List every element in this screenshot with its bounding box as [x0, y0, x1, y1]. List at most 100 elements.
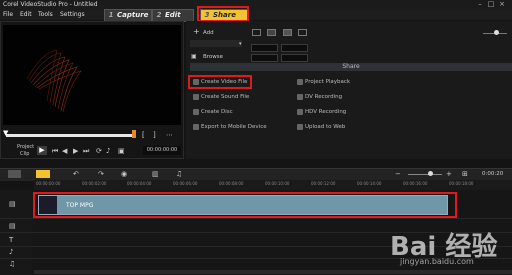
sound-file-icon: [193, 93, 199, 100]
split-clip-icon[interactable]: ⋯: [166, 131, 173, 139]
add-button[interactable]: Add: [203, 29, 214, 37]
mixer-icon[interactable]: ▥: [152, 170, 159, 178]
create-sound-file-option[interactable]: Create Sound File: [193, 93, 249, 101]
timecode-display[interactable]: 00:00:00:00: [143, 146, 181, 155]
redo-icon[interactable]: ↷: [98, 170, 104, 178]
browse-button[interactable]: Browse: [203, 53, 223, 61]
mobile-device-icon: [193, 123, 199, 130]
ruler-tick: 00:00:04:00: [127, 181, 152, 186]
create-sound-file-label: Create Sound File: [201, 94, 250, 100]
ruler-tick: 00:00:08:00: [219, 181, 244, 186]
ruler-tick: 00:00:18:00: [449, 181, 474, 186]
undo-icon[interactable]: ↶: [73, 170, 79, 178]
preview-window: [3, 25, 181, 125]
upload-web-option[interactable]: Upload to Web: [297, 123, 345, 131]
end-icon[interactable]: ⏭: [83, 147, 89, 155]
tab-capture-number: 1: [108, 11, 114, 19]
hdv-recording-label: HDV Recording: [305, 109, 347, 115]
ruler-tick: 00:00:16:00: [403, 181, 428, 186]
ruler-tick: 00:00:10:00: [265, 181, 290, 186]
maximize-icon[interactable]: □: [487, 1, 495, 8]
menu-tools[interactable]: Tools: [38, 11, 53, 18]
share-header: Share: [190, 63, 512, 71]
zoom-in-icon[interactable]: +: [446, 170, 452, 178]
timeline-view-icon[interactable]: [36, 170, 50, 178]
dv-icon: [297, 93, 303, 100]
ruler-tick: 00:00:00:00: [36, 181, 61, 186]
overlay-track-icon[interactable]: ▤: [9, 222, 16, 230]
library-thumb-2[interactable]: [281, 44, 308, 52]
dv-recording-label: DV Recording: [305, 94, 343, 100]
mark-in-icon[interactable]: [: [142, 131, 145, 139]
hd-preview-icon[interactable]: ▣: [118, 147, 125, 155]
music-track-icon[interactable]: ♫: [9, 260, 15, 268]
track-divider: [0, 218, 512, 219]
audio-library-icon[interactable]: [298, 29, 307, 36]
preview-scrubber[interactable]: [6, 134, 134, 137]
volume-icon[interactable]: ♪: [106, 147, 110, 155]
menu-bar: File Edit Tools Settings: [0, 10, 512, 20]
clip-highlight: [33, 192, 457, 218]
storyboard-view-icon[interactable]: [8, 170, 21, 178]
menu-settings[interactable]: Settings: [60, 11, 85, 18]
library-thumb-4[interactable]: [281, 54, 308, 62]
home-icon[interactable]: ⏮: [52, 147, 58, 155]
zoom-slider-thumb[interactable]: [428, 171, 433, 176]
minimize-icon[interactable]: –: [476, 1, 484, 8]
playhead-marker-icon[interactable]: ▼: [3, 129, 8, 137]
browse-icon[interactable]: ▣: [191, 53, 197, 61]
ruler-tick: 00:00:12:00: [311, 181, 336, 186]
add-folder-icon[interactable]: +: [193, 28, 200, 36]
project-playback-label: Project Playback: [305, 79, 351, 85]
video-track-icon[interactable]: ▤: [9, 200, 16, 208]
export-mobile-label: Export to Mobile Device: [201, 124, 267, 130]
tab-capture-label: Capture: [117, 11, 149, 19]
project-playback-option[interactable]: Project Playback: [297, 78, 350, 86]
photo-library-icon[interactable]: [283, 29, 292, 36]
slider-thumb[interactable]: [494, 30, 499, 35]
playback-icon: [297, 78, 303, 85]
title-bar: Corel VideoStudio Pro - Untitled – □ ×: [0, 0, 512, 10]
dv-recording-option[interactable]: DV Recording: [297, 93, 342, 101]
hdv-recording-option[interactable]: HDV Recording: [297, 108, 346, 116]
clip-mode-label[interactable]: Clip: [20, 150, 29, 158]
repeat-icon[interactable]: ⟳: [96, 147, 102, 155]
create-video-highlight: [188, 75, 252, 89]
timeline-scrollbar[interactable]: [34, 270, 512, 274]
menu-edit[interactable]: Edit: [20, 11, 32, 18]
hdv-icon: [297, 108, 303, 115]
app-title: Corel VideoStudio Pro - Untitled: [3, 1, 98, 8]
preview-frame: [26, 49, 82, 113]
timeline-duration: 0:00:20: [482, 171, 504, 177]
menu-file[interactable]: File: [3, 11, 13, 18]
ruler-tick: 00:00:06:00: [173, 181, 198, 186]
library-thumb-1[interactable]: [251, 44, 278, 52]
library-dropdown[interactable]: [190, 40, 242, 47]
zoom-slider[interactable]: [408, 174, 442, 175]
share-tab-highlight: [197, 6, 249, 22]
upload-web-label: Upload to Web: [305, 124, 346, 130]
record-capture-icon[interactable]: ◉: [121, 170, 127, 178]
zoom-out-icon[interactable]: −: [395, 170, 401, 178]
ruler-tick: 00:00:02:00: [82, 181, 107, 186]
auto-music-icon[interactable]: ♫: [176, 170, 182, 178]
ruler-tick: 00:00:14:00: [357, 181, 382, 186]
play-icon[interactable]: ▶: [37, 146, 47, 155]
watermark-url: jingyan.baidu.com: [400, 257, 474, 266]
mark-out-icon[interactable]: ]: [153, 131, 156, 139]
export-mobile-option[interactable]: Export to Mobile Device: [193, 123, 267, 131]
next-icon[interactable]: ▶: [73, 147, 78, 155]
web-upload-icon: [297, 123, 303, 130]
library-thumb-3[interactable]: [251, 54, 278, 62]
voice-track-icon[interactable]: ♪: [9, 248, 13, 256]
close-icon[interactable]: ×: [498, 1, 506, 8]
previous-icon[interactable]: ◀: [62, 147, 67, 155]
chevron-down-icon[interactable]: ▾: [239, 40, 242, 48]
title-track-icon[interactable]: T: [9, 236, 13, 244]
create-disc-option[interactable]: Create Disc: [193, 108, 233, 116]
folder-icon[interactable]: [252, 29, 261, 36]
video-library-icon[interactable]: [267, 29, 276, 36]
fit-project-icon[interactable]: ⊞: [462, 170, 468, 178]
tab-edit-number: 2: [156, 11, 162, 19]
trim-marker[interactable]: [132, 130, 136, 138]
